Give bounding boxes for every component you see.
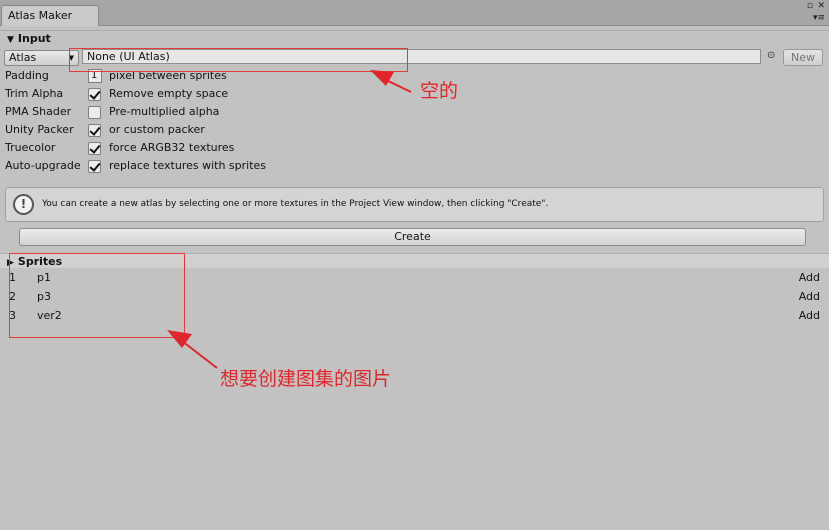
annotation-empty-note: 空的 (420, 80, 459, 102)
arrow-icon (370, 70, 412, 93)
annotation-sprites-note: 想要创建图集的图片 (220, 368, 392, 390)
annotation-arrows (167, 70, 412, 369)
arrow-icon (167, 330, 218, 369)
